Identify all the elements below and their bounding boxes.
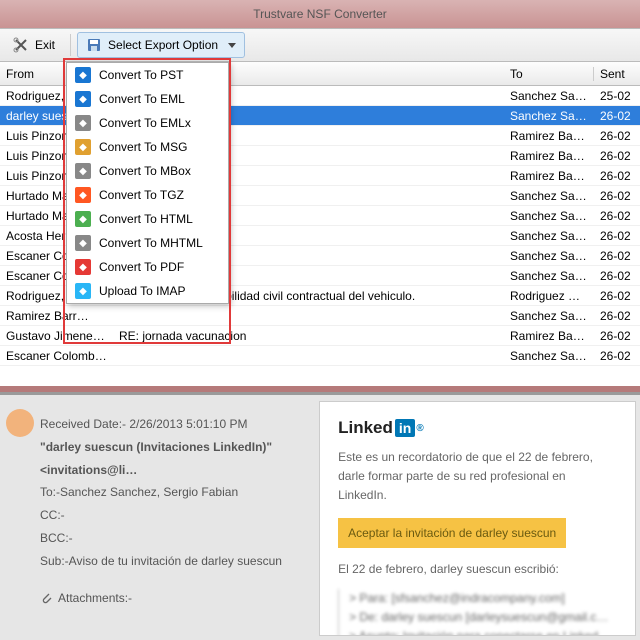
received-date: Received Date:- 2/26/2013 5:01:10 PM	[40, 413, 303, 436]
preview-attachments: Attachments:-	[40, 587, 303, 610]
save-icon	[86, 37, 102, 53]
menu-item[interactable]: ◆Convert To MBox	[67, 159, 228, 183]
menu-item[interactable]: ◆Convert To TGZ	[67, 183, 228, 207]
column-sent[interactable]: Sent	[594, 67, 640, 81]
scissors-icon	[13, 37, 29, 53]
menu-item[interactable]: ◆Upload To IMAP	[67, 279, 228, 303]
chevron-down-icon	[228, 43, 236, 48]
linkedin-accept-button[interactable]: Aceptar la invitación de darley suescun	[338, 518, 566, 548]
format-icon: ◆	[75, 187, 91, 203]
format-icon: ◆	[75, 67, 91, 83]
exit-label: Exit	[35, 38, 55, 52]
table-row[interactable]: Escaner Colomb…Sanchez Sanche…26-02	[0, 346, 640, 366]
preview-bcc: BCC:-	[40, 527, 303, 550]
format-icon: ◆	[75, 259, 91, 275]
preview-cc: CC:-	[40, 504, 303, 527]
avatar	[6, 409, 34, 437]
menu-item[interactable]: ◆Convert To EML	[67, 87, 228, 111]
linkedin-quote-head: El 22 de febrero, darley suescun escribi…	[338, 560, 617, 579]
menu-item[interactable]: ◆Convert To MHTML	[67, 231, 228, 255]
export-dropdown-button[interactable]: Select Export Option	[77, 32, 245, 58]
exit-button[interactable]: Exit	[4, 32, 64, 58]
table-row[interactable]: Gustavo Jimene…RE: jornada vacunacionRam…	[0, 326, 640, 346]
menu-item[interactable]: ◆Convert To EMLx	[67, 111, 228, 135]
attachments-label: Attachments:-	[58, 587, 132, 610]
preview-from: "darley suescun (Invitaciones LinkedIn)"…	[40, 436, 303, 482]
format-icon: ◆	[75, 211, 91, 227]
export-label: Select Export Option	[108, 38, 218, 52]
menu-item[interactable]: ◆Convert To PDF	[67, 255, 228, 279]
format-icon: ◆	[75, 163, 91, 179]
preview-pane: Received Date:- 2/26/2013 5:01:10 PM "da…	[0, 392, 640, 640]
paperclip-icon	[40, 591, 52, 605]
menu-item[interactable]: ◆Convert To MSG	[67, 135, 228, 159]
format-icon: ◆	[75, 115, 91, 131]
linkedin-logo: Linkedin®	[338, 418, 424, 438]
column-to[interactable]: To	[504, 67, 594, 81]
export-dropdown-menu: ◆Convert To PST◆Convert To EML◆Convert T…	[66, 62, 229, 304]
format-icon: ◆	[75, 91, 91, 107]
preview-subject: Sub:-Aviso de tu invitación de darley su…	[40, 550, 303, 573]
preview-body: Linkedin® Este es un recordatorio de que…	[319, 401, 636, 636]
format-icon: ◆	[75, 235, 91, 251]
menu-item[interactable]: ◆Convert To HTML	[67, 207, 228, 231]
preview-headers: Received Date:- 2/26/2013 5:01:10 PM "da…	[0, 395, 317, 640]
preview-to: To:-Sanchez Sanchez, Sergio Fabian	[40, 481, 303, 504]
menu-item[interactable]: ◆Convert To PST	[67, 63, 228, 87]
toolbar: Exit Select Export Option	[0, 28, 640, 62]
linkedin-quote: > Para: [sfsanchez@indracompany.com] > D…	[338, 589, 617, 636]
window-title: Trustvare NSF Converter	[253, 7, 387, 21]
format-icon: ◆	[75, 283, 91, 299]
linkedin-text: Este es un recordatorio de que el 22 de …	[338, 448, 617, 506]
format-icon: ◆	[75, 139, 91, 155]
window-titlebar: Trustvare NSF Converter	[0, 0, 640, 28]
table-row[interactable]: Ramirez Barr…Sanchez Sanche…26-02	[0, 306, 640, 326]
toolbar-separator	[70, 34, 71, 56]
